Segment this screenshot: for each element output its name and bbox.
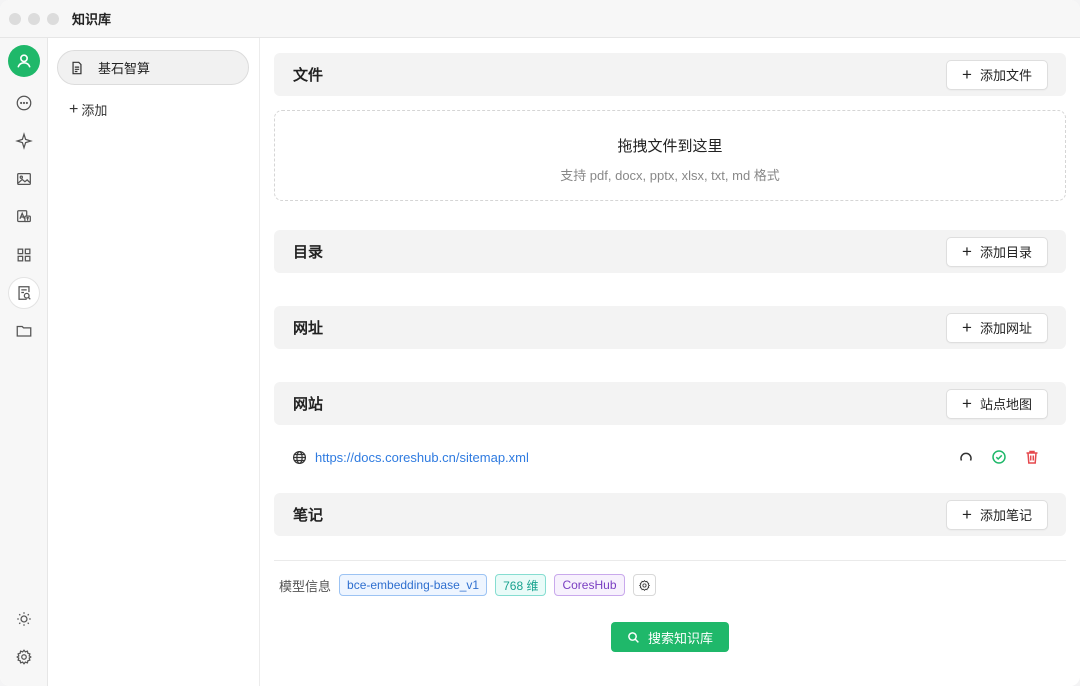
window-controls bbox=[9, 12, 59, 25]
sidebar-item-apps[interactable] bbox=[8, 239, 40, 271]
gear-icon bbox=[16, 649, 32, 665]
zoom-window-button[interactable] bbox=[47, 12, 59, 25]
add-sitemap-button[interactable]: + 站点地图 bbox=[946, 388, 1048, 419]
apps-icon bbox=[17, 248, 31, 262]
translate-icon bbox=[17, 210, 31, 223]
search-icon bbox=[628, 631, 639, 643]
knowledge-base-list: 基石智算 + 添加 bbox=[48, 38, 260, 686]
dropzone-title: 拖拽文件到这里 bbox=[617, 138, 723, 155]
user-icon bbox=[17, 54, 31, 68]
add-url-button[interactable]: + 添加网址 bbox=[946, 312, 1048, 343]
check-circle-icon[interactable] bbox=[991, 449, 1007, 465]
plus-icon: + bbox=[962, 394, 972, 413]
user-avatar[interactable] bbox=[8, 45, 40, 77]
add-note-label: 添加笔记 bbox=[979, 508, 1032, 523]
knowledge-base-detail: 文件 + 添加文件 拖拽文件到这里 支持 pdf, docx, pptx, xl… bbox=[261, 38, 1080, 686]
sparkle-icon bbox=[15, 132, 33, 150]
image-icon bbox=[17, 172, 31, 186]
globe-icon bbox=[292, 450, 307, 464]
sidebar-item-files[interactable] bbox=[8, 315, 40, 347]
knowledge-base-item[interactable]: 基石智算 bbox=[57, 50, 249, 85]
add-directory-label: 添加目录 bbox=[979, 245, 1032, 260]
theme-toggle[interactable] bbox=[8, 603, 40, 635]
folder-icon bbox=[16, 325, 32, 337]
files-section-title: 文件 bbox=[293, 67, 324, 84]
title-bar: 知识库 bbox=[0, 0, 1080, 38]
model-info: 模型信息 bce-embedding-base_v1 768 维 CoresHu… bbox=[279, 574, 656, 596]
close-window-button[interactable] bbox=[9, 12, 21, 25]
sidebar-item-agents[interactable] bbox=[8, 125, 40, 157]
notes-section-header: 笔记 + 添加笔记 bbox=[274, 493, 1066, 536]
document-icon bbox=[72, 61, 82, 74]
row-actions bbox=[958, 449, 1040, 465]
sidebar-item-paintings[interactable] bbox=[8, 163, 40, 195]
knowledge-base-name: 基石智算 bbox=[98, 61, 151, 76]
search-knowledge-button[interactable]: 搜索知识库 bbox=[611, 622, 729, 652]
search-knowledge-label: 搜索知识库 bbox=[647, 630, 713, 646]
plus-icon: + bbox=[962, 318, 972, 337]
add-note-button[interactable]: + 添加笔记 bbox=[946, 499, 1048, 530]
add-file-label: 添加文件 bbox=[979, 68, 1032, 83]
dimensions-tag: 768 维 bbox=[495, 574, 547, 596]
directory-section-header: 目录 + 添加目录 bbox=[274, 230, 1066, 273]
add-knowledge-base-label: 添加 bbox=[81, 103, 108, 118]
dropzone-subtitle: 支持 pdf, docx, pptx, xlsx, txt, md 格式 bbox=[560, 168, 780, 183]
plus-icon: + bbox=[962, 242, 972, 261]
file-dropzone[interactable]: 拖拽文件到这里 支持 pdf, docx, pptx, xlsx, txt, m… bbox=[274, 110, 1066, 201]
notes-section-title: 笔记 bbox=[293, 507, 324, 524]
knowledge-icon bbox=[18, 286, 31, 300]
add-knowledge-base-button[interactable]: + 添加 bbox=[69, 100, 107, 119]
gear-icon bbox=[638, 579, 650, 591]
files-section-header: 文件 + 添加文件 bbox=[274, 53, 1066, 96]
add-file-button[interactable]: + 添加文件 bbox=[946, 59, 1048, 90]
model-settings-button[interactable] bbox=[632, 574, 656, 596]
sidebar-item-chat[interactable] bbox=[8, 87, 40, 119]
trash-icon[interactable] bbox=[1024, 449, 1040, 465]
url-section-title: 网址 bbox=[293, 320, 324, 337]
add-sitemap-label: 站点地图 bbox=[979, 397, 1032, 412]
model-info-label: 模型信息 bbox=[279, 578, 332, 594]
website-section-header: 网站 + 站点地图 bbox=[274, 382, 1066, 425]
list-item: https://docs.coreshub.cn/sitemap.xml bbox=[274, 440, 1066, 474]
divider bbox=[274, 560, 1066, 561]
window-title: 知识库 bbox=[72, 12, 112, 27]
sitemap-url-link[interactable]: https://docs.coreshub.cn/sitemap.xml bbox=[315, 450, 529, 465]
url-section-header: 网址 + 添加网址 bbox=[274, 306, 1066, 349]
add-directory-button[interactable]: + 添加目录 bbox=[946, 236, 1048, 267]
sun-icon bbox=[17, 612, 31, 626]
chat-icon bbox=[16, 95, 32, 111]
plus-icon: + bbox=[69, 100, 79, 118]
sidebar-item-translate[interactable] bbox=[8, 201, 40, 233]
provider-tag: CoresHub bbox=[554, 574, 625, 596]
minimize-window-button[interactable] bbox=[28, 12, 40, 25]
refresh-icon[interactable] bbox=[958, 449, 974, 465]
plus-icon: + bbox=[962, 505, 972, 524]
plus-icon: + bbox=[962, 65, 972, 84]
directory-section-title: 目录 bbox=[293, 244, 324, 261]
icon-sidebar bbox=[0, 38, 48, 686]
website-section-title: 网站 bbox=[293, 396, 324, 413]
settings-button[interactable] bbox=[8, 641, 40, 673]
embedding-model-tag: bce-embedding-base_v1 bbox=[339, 574, 488, 596]
add-url-label: 添加网址 bbox=[979, 321, 1032, 336]
sidebar-item-knowledge[interactable] bbox=[8, 277, 40, 309]
app-window: 知识库 基石智算 + 添加 文件 + 添加文件 拖拽文件到这里 支持 pdf, … bbox=[0, 0, 1080, 686]
